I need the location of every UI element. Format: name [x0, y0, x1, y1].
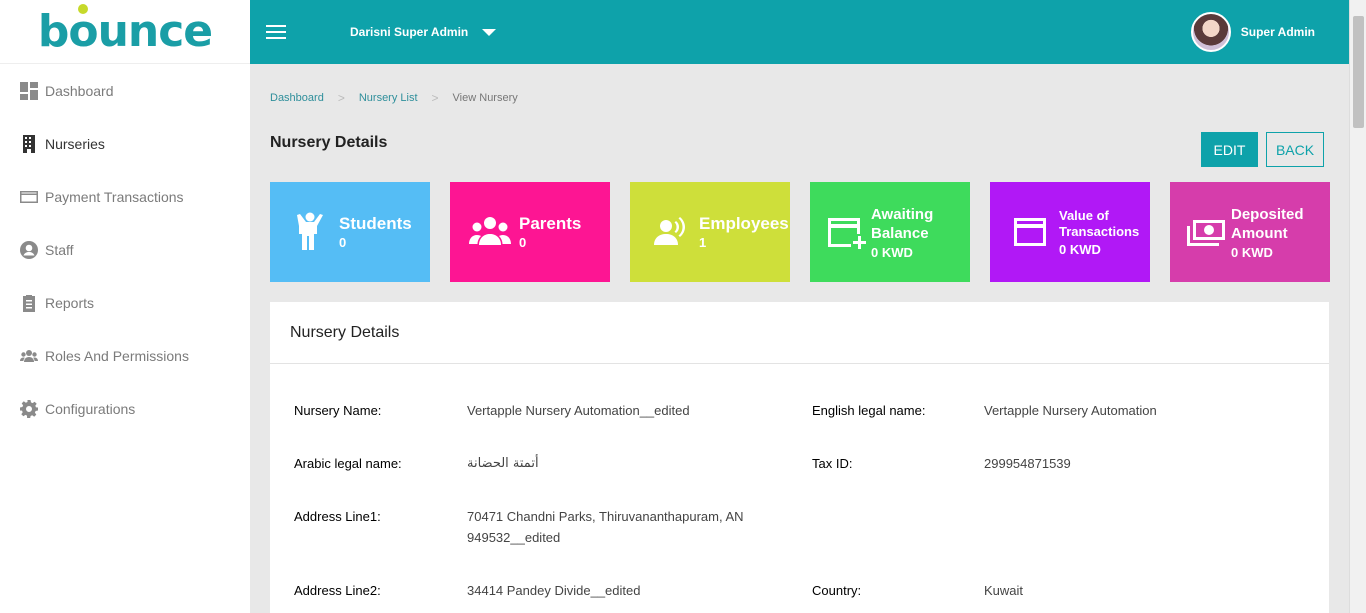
group-icon [464, 212, 516, 252]
card-parents[interactable]: Parents 0 [450, 182, 610, 282]
dashboard-icon [20, 81, 38, 100]
card-value: 0 [339, 235, 347, 250]
card-deposited-amount[interactable]: Deposited Amount 0 KWD [1170, 182, 1330, 282]
avatar [1190, 12, 1231, 52]
brand-logo[interactable]: bo unce [38, 3, 213, 54]
sidebar-item-roles-and-permissions[interactable]: Roles And Permissions [0, 329, 250, 382]
card-students[interactable]: Students 0 [270, 182, 430, 282]
building-icon [20, 134, 38, 153]
card-add-icon [824, 212, 868, 252]
sidebar-item-payment-transactions[interactable]: Payment Transactions [0, 170, 250, 223]
sidebar-item-label: Nurseries [45, 135, 105, 152]
user-name: Super Admin [1240, 25, 1315, 39]
sidebar-item-label: Dashboard [45, 82, 114, 99]
breadcrumb: Dashboard > Nursery List > View Nursery [270, 91, 518, 105]
english-legal-name-label: English legal name: [812, 403, 926, 418]
page-scrollbar[interactable] [1349, 0, 1366, 613]
sidebar-nav: Dashboard Nurseries Payment Transactions… [0, 64, 250, 435]
breadcrumb-current: View Nursery [452, 92, 518, 104]
page-title: Nursery Details [270, 134, 388, 151]
sidebar-item-dashboard[interactable]: Dashboard [0, 64, 250, 117]
arabic-legal-name-value: أتمتة الحضانة [467, 456, 539, 471]
topbar: Darisni Super Admin Super Admin [250, 0, 1349, 64]
sidebar-item-label: Reports [45, 294, 95, 311]
back-button[interactable]: BACK [1266, 132, 1324, 167]
card-label: Parents [519, 214, 582, 233]
country-value: Kuwait [984, 583, 1024, 598]
sidebar-item-label: Payment Transactions [45, 188, 184, 205]
card-value: 0 KWD [1231, 244, 1273, 260]
nursery-name-value: Vertapple Nursery Automation__edited [467, 403, 690, 418]
sidebar-item-nurseries[interactable]: Nurseries [0, 117, 250, 170]
chevron-right-icon: > [337, 91, 345, 105]
tax-id-label: Tax ID: [812, 456, 853, 471]
card-label: Employees [699, 214, 789, 233]
country-label: Country: [812, 583, 862, 598]
sidebar-item-label: Staff [45, 241, 74, 258]
chevron-right-icon: > [431, 91, 439, 105]
menu-toggle-icon[interactable] [266, 25, 286, 39]
child-icon [284, 212, 336, 252]
address-line1-label: Address Line1: [294, 509, 381, 524]
panel-header: Nursery Details [270, 302, 1329, 364]
admin-title: Darisni Super Admin [350, 25, 469, 39]
nursery-name-label: Nursery Name: [294, 403, 382, 418]
sidebar: bo unce Dashboard Nurseries Payment Trans… [0, 0, 250, 613]
card-value: 0 [519, 235, 527, 250]
caret-down-icon [482, 28, 497, 36]
logo-area: bo unce [0, 0, 250, 64]
card-value: 1 [699, 235, 707, 250]
tax-id-value: 299954871539 [984, 456, 1071, 471]
sidebar-item-reports[interactable]: Reports [0, 276, 250, 329]
employee-icon [644, 212, 696, 252]
card-employees[interactable]: Employees 1 [630, 182, 790, 282]
gear-icon [20, 399, 38, 418]
card-value-of-transactions[interactable]: Value of Transactions 0 KWD [990, 182, 1150, 282]
sidebar-item-label: Roles And Permissions [45, 347, 189, 364]
clipboard-icon [20, 294, 38, 312]
english-legal-name-value: Vertapple Nursery Automation [984, 403, 1157, 418]
sidebar-item-label: Configurations [45, 400, 136, 417]
money-icon [1184, 212, 1228, 252]
stat-cards: Students 0 Parents 0 Employees 1 Awaitin… [270, 182, 1330, 282]
card-value: 0 KWD [871, 244, 913, 260]
address-line2-value: 34414 Pandey Divide__edited [467, 583, 641, 598]
users-icon [20, 347, 38, 365]
credit-card-icon [1004, 212, 1056, 252]
address-line2-label: Address Line2: [294, 583, 381, 598]
edit-button[interactable]: EDIT [1201, 132, 1258, 167]
admin-switcher[interactable]: Darisni Super Admin [350, 25, 497, 39]
address-line1-value: 70471 Chandni Parks, Thiruvananthapuram,… [467, 509, 744, 545]
sidebar-item-configurations[interactable]: Configurations [0, 382, 250, 435]
breadcrumb-nursery-list[interactable]: Nursery List [359, 92, 418, 104]
sidebar-item-staff[interactable]: Staff [0, 223, 250, 276]
user-circle-icon [20, 240, 38, 259]
card-label: Students [339, 214, 412, 233]
card-label: Awaiting Balance [871, 205, 934, 242]
card-label: Deposited Amount [1231, 205, 1304, 242]
card-value: 0 KWD [1059, 241, 1101, 257]
scrollbar-thumb[interactable] [1353, 16, 1364, 128]
user-menu[interactable]: Super Admin [1190, 12, 1315, 52]
card-awaiting-balance[interactable]: Awaiting Balance 0 KWD [810, 182, 970, 282]
breadcrumb-dashboard[interactable]: Dashboard [270, 92, 324, 104]
credit-card-icon [20, 188, 38, 206]
card-label: Value of Transactions [1059, 207, 1140, 239]
arabic-legal-name-label: Arabic legal name: [294, 456, 402, 471]
nursery-details-panel: Nursery Details Nursery Name: Vertapple … [270, 302, 1329, 613]
main-content: Dashboard > Nursery List > View Nursery … [250, 64, 1349, 613]
